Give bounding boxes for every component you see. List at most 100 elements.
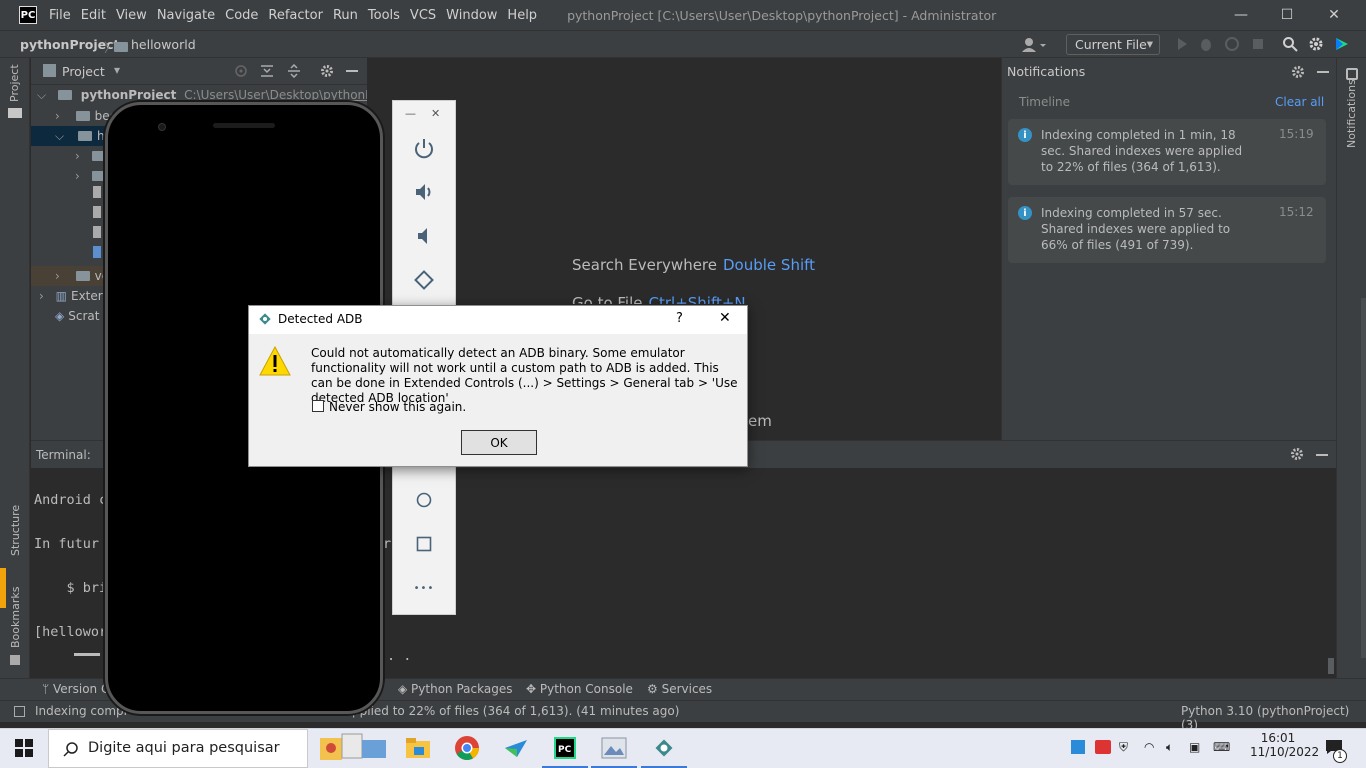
chevron-right-icon: › — [75, 169, 80, 183]
tray-volume-icon[interactable]: 🔈︎ — [1166, 740, 1173, 755]
menu-navigate[interactable]: Navigate — [157, 8, 215, 23]
hide-panel-icon[interactable] — [346, 70, 358, 72]
never-show-checkbox[interactable] — [312, 400, 324, 412]
stop-icon[interactable] — [1250, 36, 1266, 52]
photos-app-icon[interactable] — [591, 733, 637, 768]
jetbrains-toolbox-icon[interactable] — [1334, 36, 1350, 52]
python-console-tab[interactable]: ✥ Python Console — [526, 682, 633, 696]
run-configuration-select[interactable]: Current File ▾ — [1066, 34, 1160, 55]
status-message-start[interactable]: Indexing compl — [35, 704, 127, 718]
menu-edit[interactable]: Edit — [81, 8, 106, 23]
version-control-icon: ᛘ — [42, 682, 54, 696]
right-tool-stripe: Notifications — [1336, 58, 1366, 700]
bookmarks-tool-tab[interactable]: Bookmarks — [9, 587, 22, 648]
tray-security-icon[interactable] — [1095, 740, 1111, 754]
menu-run[interactable]: Run — [333, 8, 358, 23]
file-explorer-icon[interactable] — [403, 733, 433, 763]
menu-refactor[interactable]: Refactor — [268, 8, 323, 23]
speaker-grille — [213, 123, 275, 128]
notification-card[interactable]: i Indexing completed in 1 min, 18 sec. S… — [1008, 119, 1326, 185]
minimize-button[interactable]: — — [1218, 0, 1264, 30]
collapse-all-icon[interactable] — [287, 64, 301, 78]
rotate-icon[interactable] — [411, 267, 437, 293]
menu-code[interactable]: Code — [225, 8, 258, 23]
mail-bird-icon[interactable] — [501, 733, 531, 763]
power-icon[interactable] — [411, 135, 437, 161]
debug-icon[interactable] — [1198, 36, 1214, 52]
library-icon: ▥ — [55, 289, 67, 303]
emulator-minimize-button[interactable]: — — [405, 107, 416, 120]
tray-network-icon[interactable]: ▣ — [1189, 740, 1200, 754]
search-icon[interactable] — [1282, 36, 1298, 52]
notification-card[interactable]: i Indexing completed in 57 sec. Shared i… — [1008, 197, 1326, 263]
terminal-line: Android c — [34, 492, 108, 508]
expand-all-icon[interactable] — [260, 64, 274, 78]
tray-shield-icon[interactable]: ⛨ — [1119, 740, 1128, 755]
volume-down-icon[interactable] — [411, 223, 437, 249]
user-icon[interactable] — [1022, 37, 1048, 53]
overview-square-icon[interactable] — [411, 531, 437, 557]
emulator-close-button[interactable]: ✕ — [431, 107, 440, 120]
version-control-tab[interactable]: ᛘ Version C — [42, 682, 109, 696]
tray-app-icon[interactable] — [1071, 740, 1085, 754]
never-show-label[interactable]: Never show this again. — [329, 400, 466, 414]
pycharm-taskbar-icon[interactable]: PC — [542, 733, 588, 768]
breadcrumb-folder[interactable]: helloworld — [131, 37, 196, 52]
folder-icon — [75, 111, 90, 121]
search-everywhere-hint: Search Everywhere Double Shift — [572, 256, 816, 274]
taskbar-search-box[interactable]: Digite aqui para pesquisar — [48, 729, 308, 768]
gear-icon[interactable] — [1290, 447, 1304, 461]
python-packages-tab[interactable]: ◈ Python Packages — [398, 682, 512, 696]
settings-gear-icon[interactable] — [1308, 36, 1324, 52]
tray-clock[interactable]: 16:01 11/10/2022 — [1250, 731, 1320, 759]
status-toggle-icon[interactable] — [14, 706, 25, 717]
gear-icon[interactable] — [320, 64, 334, 78]
project-tool-icon[interactable] — [8, 108, 22, 118]
dialog-message: Could not automatically detect an ADB bi… — [311, 346, 738, 405]
maximize-button[interactable]: ☐ — [1264, 0, 1310, 30]
menu-help[interactable]: Help — [507, 8, 537, 23]
notifications-tool-tab[interactable]: Notifications — [1345, 79, 1358, 148]
hide-panel-icon[interactable] — [1317, 71, 1329, 73]
menu-window[interactable]: Window — [446, 8, 497, 23]
ok-button[interactable]: OK — [461, 430, 537, 455]
scrollbar[interactable] — [1361, 298, 1366, 658]
folder-icon — [77, 131, 92, 141]
scrollbar[interactable] — [1328, 658, 1334, 674]
tray-keyboard-icon[interactable]: ⌨ — [1213, 740, 1230, 754]
search-placeholder: Digite aqui para pesquisar — [88, 740, 280, 756]
menu-file[interactable]: File — [49, 8, 71, 23]
window-title: pythonProject [C:\Users\User\Desktop\pyt… — [567, 7, 997, 23]
more-icon[interactable]: ••• — [411, 575, 437, 601]
hide-panel-icon[interactable] — [1316, 454, 1328, 456]
home-circle-icon[interactable] — [411, 487, 437, 513]
windows-start-icon[interactable] — [14, 738, 34, 758]
clock-date: 11/10/2022 — [1250, 745, 1320, 759]
project-panel-title[interactable]: Project — [62, 64, 105, 79]
structure-tool-tab[interactable]: Structure — [9, 505, 22, 556]
chevron-down-icon: ▾ — [1146, 36, 1153, 51]
gear-icon[interactable] — [1291, 65, 1305, 79]
menu-tools[interactable]: Tools — [368, 8, 400, 23]
chrome-icon[interactable] — [452, 733, 482, 763]
file-icon — [93, 186, 101, 198]
status-message-end[interactable]: pplied to 22% of files (364 of 1,613). (… — [352, 704, 679, 718]
clear-all-link[interactable]: Clear all — [1275, 95, 1324, 109]
volume-up-icon[interactable] — [411, 179, 437, 205]
help-button[interactable]: ? — [676, 311, 683, 326]
services-tab[interactable]: ⚙ Services — [647, 682, 712, 696]
project-tool-tab[interactable]: Project — [8, 64, 21, 102]
coverage-icon[interactable] — [1224, 36, 1240, 52]
close-dialog-button[interactable]: ✕ — [719, 310, 731, 326]
warning-icon — [259, 346, 291, 376]
left-tool-stripe: Project Structure Bookmarks — [0, 58, 30, 700]
android-emulator-taskbar-icon[interactable] — [641, 733, 687, 768]
menu-view[interactable]: View — [116, 8, 147, 23]
file-icon — [93, 206, 101, 218]
close-window-button[interactable]: ✕ — [1311, 0, 1357, 30]
locate-icon[interactable] — [234, 64, 248, 78]
chevron-down-icon[interactable]: ▾ — [114, 63, 120, 77]
tray-wifi-icon[interactable]: ◠ — [1144, 740, 1154, 754]
menu-vcs[interactable]: VCS — [410, 8, 436, 23]
run-icon[interactable] — [1174, 36, 1190, 52]
